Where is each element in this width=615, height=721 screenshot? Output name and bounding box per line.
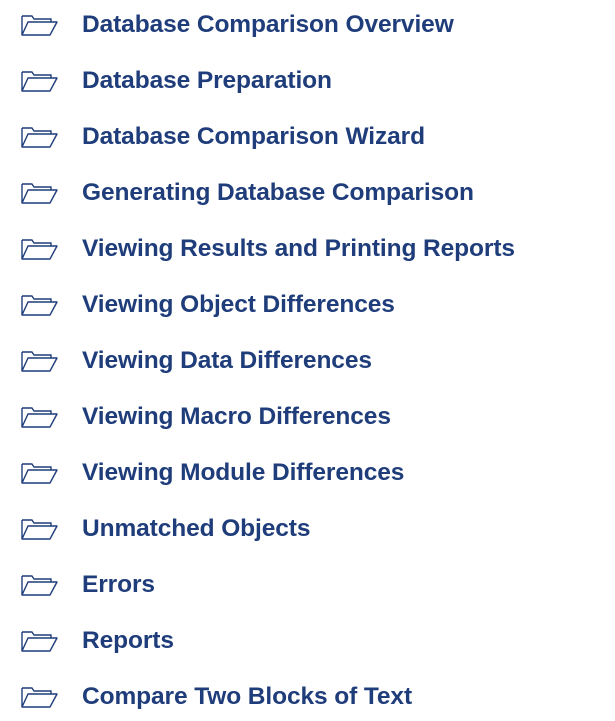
toc-item-label[interactable]: Generating Database Comparison xyxy=(82,179,474,207)
toc-item-label[interactable]: Errors xyxy=(82,571,155,599)
toc-item-label[interactable]: Compare Two Blocks of Text xyxy=(82,683,412,711)
toc-item-reports[interactable]: Reports xyxy=(20,626,174,656)
toc-item-label[interactable]: Viewing Data Differences xyxy=(82,347,372,375)
folder-open-icon xyxy=(20,573,58,597)
toc-item-viewing-module-differences[interactable]: Viewing Module Differences xyxy=(20,458,404,488)
folder-open-icon xyxy=(20,181,58,205)
folder-open-icon xyxy=(20,349,58,373)
toc-item-database-comparison-overview[interactable]: Database Comparison Overview xyxy=(20,10,454,40)
toc-item-unmatched-objects[interactable]: Unmatched Objects xyxy=(20,514,310,544)
toc-item-label[interactable]: Database Comparison Overview xyxy=(82,11,454,39)
toc-item-label[interactable]: Database Preparation xyxy=(82,67,332,95)
folder-open-icon xyxy=(20,629,58,653)
toc-item-label[interactable]: Viewing Object Differences xyxy=(82,291,395,319)
folder-open-icon xyxy=(20,461,58,485)
folder-open-icon xyxy=(20,125,58,149)
folder-open-icon xyxy=(20,293,58,317)
folder-open-icon xyxy=(20,685,58,709)
toc-item-viewing-data-differences[interactable]: Viewing Data Differences xyxy=(20,346,372,376)
toc-item-label[interactable]: Viewing Module Differences xyxy=(82,459,404,487)
folder-open-icon xyxy=(20,237,58,261)
toc-item-viewing-macro-differences[interactable]: Viewing Macro Differences xyxy=(20,402,391,432)
folder-open-icon xyxy=(20,13,58,37)
folder-open-icon xyxy=(20,405,58,429)
toc-item-label[interactable]: Reports xyxy=(82,627,174,655)
toc-item-viewing-results-and-printing-reports[interactable]: Viewing Results and Printing Reports xyxy=(20,234,515,264)
folder-open-icon xyxy=(20,517,58,541)
toc-item-label[interactable]: Unmatched Objects xyxy=(82,515,310,543)
toc-item-compare-two-blocks-of-text[interactable]: Compare Two Blocks of Text xyxy=(20,682,412,712)
toc-item-label[interactable]: Viewing Macro Differences xyxy=(82,403,391,431)
toc-item-errors[interactable]: Errors xyxy=(20,570,155,600)
toc-item-generating-database-comparison[interactable]: Generating Database Comparison xyxy=(20,178,474,208)
toc-item-database-comparison-wizard[interactable]: Database Comparison Wizard xyxy=(20,122,425,152)
toc-item-viewing-object-differences[interactable]: Viewing Object Differences xyxy=(20,290,395,320)
folder-open-icon xyxy=(20,69,58,93)
toc-item-label[interactable]: Viewing Results and Printing Reports xyxy=(82,235,515,263)
toc-item-database-preparation[interactable]: Database Preparation xyxy=(20,66,332,96)
toc-item-label[interactable]: Database Comparison Wizard xyxy=(82,123,425,151)
